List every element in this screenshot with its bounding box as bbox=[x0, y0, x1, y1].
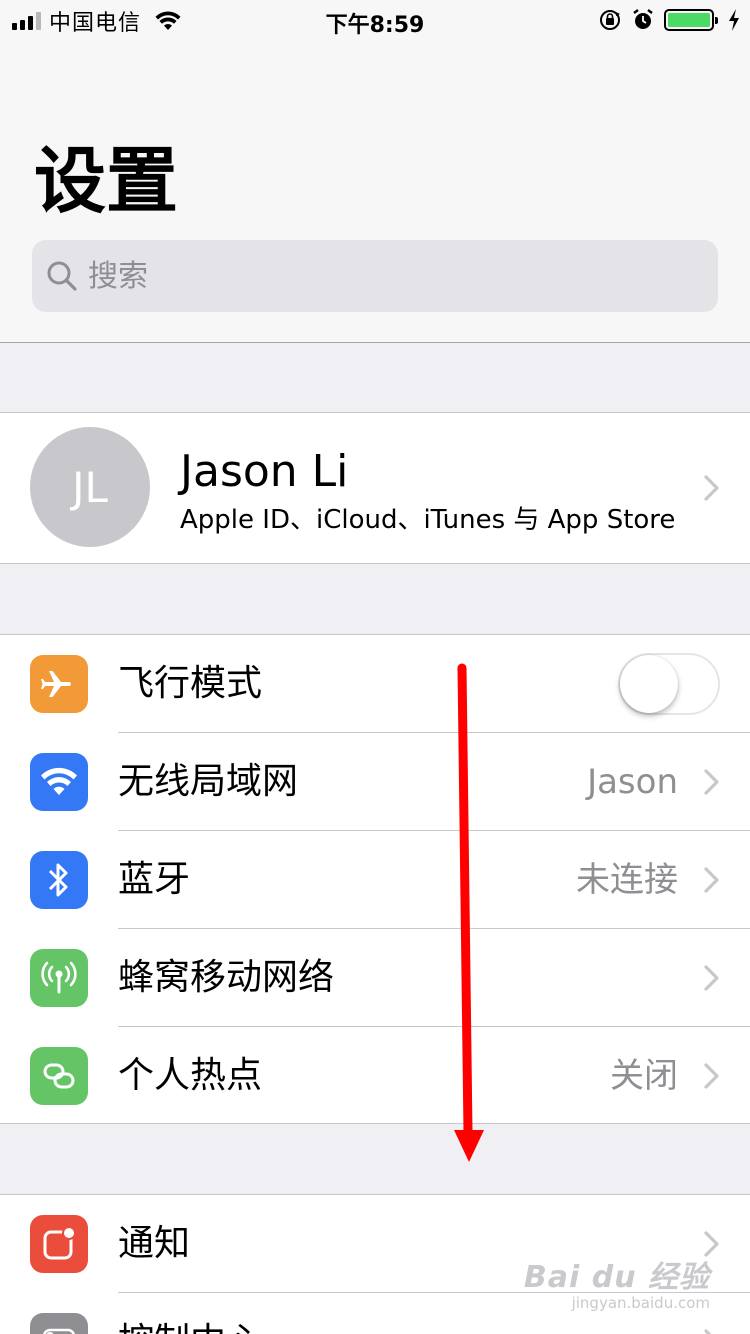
bluetooth-icon bbox=[30, 851, 88, 909]
chevron-right-icon bbox=[704, 475, 719, 501]
scroll-down-arrow-annotation bbox=[454, 663, 484, 1162]
control-center-icon bbox=[30, 1313, 88, 1334]
profile-subtitle: Apple ID、iCloud、iTunes 与 App Store bbox=[180, 505, 676, 535]
chevron-right-icon bbox=[704, 1329, 712, 1334]
airplane-icon bbox=[30, 655, 88, 713]
avatar: JL bbox=[30, 427, 150, 547]
settings-row-label: 飞行模式 bbox=[118, 663, 263, 704]
settings-row-airplane-mode[interactable]: 飞行模式 bbox=[0, 635, 750, 733]
chevron-right-icon bbox=[704, 1231, 719, 1257]
settings-row-wifi[interactable]: 无线局域网 Jason bbox=[0, 733, 750, 831]
chevron-right-icon bbox=[704, 769, 719, 795]
settings-row-value: 未连接 bbox=[576, 860, 678, 900]
chevron-right-icon bbox=[704, 1063, 719, 1089]
settings-row-bluetooth[interactable]: 蓝牙 未连接 bbox=[0, 831, 750, 929]
apple-id-profile-row[interactable]: JL Jason Li Apple ID、iCloud、iTunes 与 App… bbox=[0, 412, 750, 564]
settings-row-label: 控制中心 bbox=[118, 1293, 262, 1334]
settings-row-cellular[interactable]: 蜂窝移动网络 bbox=[0, 929, 750, 1027]
wifi-icon bbox=[30, 753, 88, 811]
cellular-antenna-icon bbox=[30, 949, 88, 1007]
settings-row-value: Jason bbox=[587, 762, 678, 802]
baidu-jingyan-watermark: Bai du 经验 jingyan.baidu.com bbox=[523, 1260, 710, 1313]
settings-row-label: 蓝牙 bbox=[118, 859, 191, 900]
battery-icon bbox=[664, 9, 718, 31]
divider bbox=[0, 342, 750, 343]
search-bar[interactable] bbox=[32, 240, 718, 312]
page-title: 设置 bbox=[34, 139, 179, 223]
chevron-right-icon bbox=[704, 965, 719, 991]
watermark-sub: jingyan.baidu.com bbox=[571, 1294, 710, 1312]
watermark-main: Bai du 经验 bbox=[523, 1260, 710, 1295]
header: 设置 bbox=[0, 40, 750, 342]
settings-row-hotspot[interactable]: 个人热点 关闭 bbox=[0, 1027, 750, 1125]
settings-row-value: 关闭 bbox=[610, 1056, 678, 1096]
status-bar: 中国电信 下午8:59 bbox=[0, 0, 750, 40]
settings-row-label: 无线局域网 bbox=[118, 761, 299, 802]
search-input[interactable] bbox=[88, 258, 648, 294]
rotation-lock-icon bbox=[600, 10, 620, 30]
hotspot-link-icon bbox=[30, 1047, 88, 1105]
charging-bolt-icon bbox=[729, 9, 739, 31]
alarm-icon bbox=[633, 9, 653, 29]
settings-row-label: 通知 bbox=[118, 1223, 191, 1264]
profile-name: Jason Li bbox=[180, 446, 349, 497]
settings-row-label: 个人热点 bbox=[118, 1055, 263, 1096]
connectivity-settings-group: 飞行模式 无线局域网 Jason 蓝牙 未连接 蜂窝移动网络 个人热点 关闭 bbox=[0, 634, 750, 1124]
settings-row-label: 蜂窝移动网络 bbox=[118, 957, 335, 998]
notifications-icon bbox=[30, 1215, 88, 1273]
airplane-mode-toggle[interactable] bbox=[618, 653, 720, 715]
search-icon bbox=[47, 261, 77, 291]
chevron-right-icon bbox=[704, 867, 719, 893]
